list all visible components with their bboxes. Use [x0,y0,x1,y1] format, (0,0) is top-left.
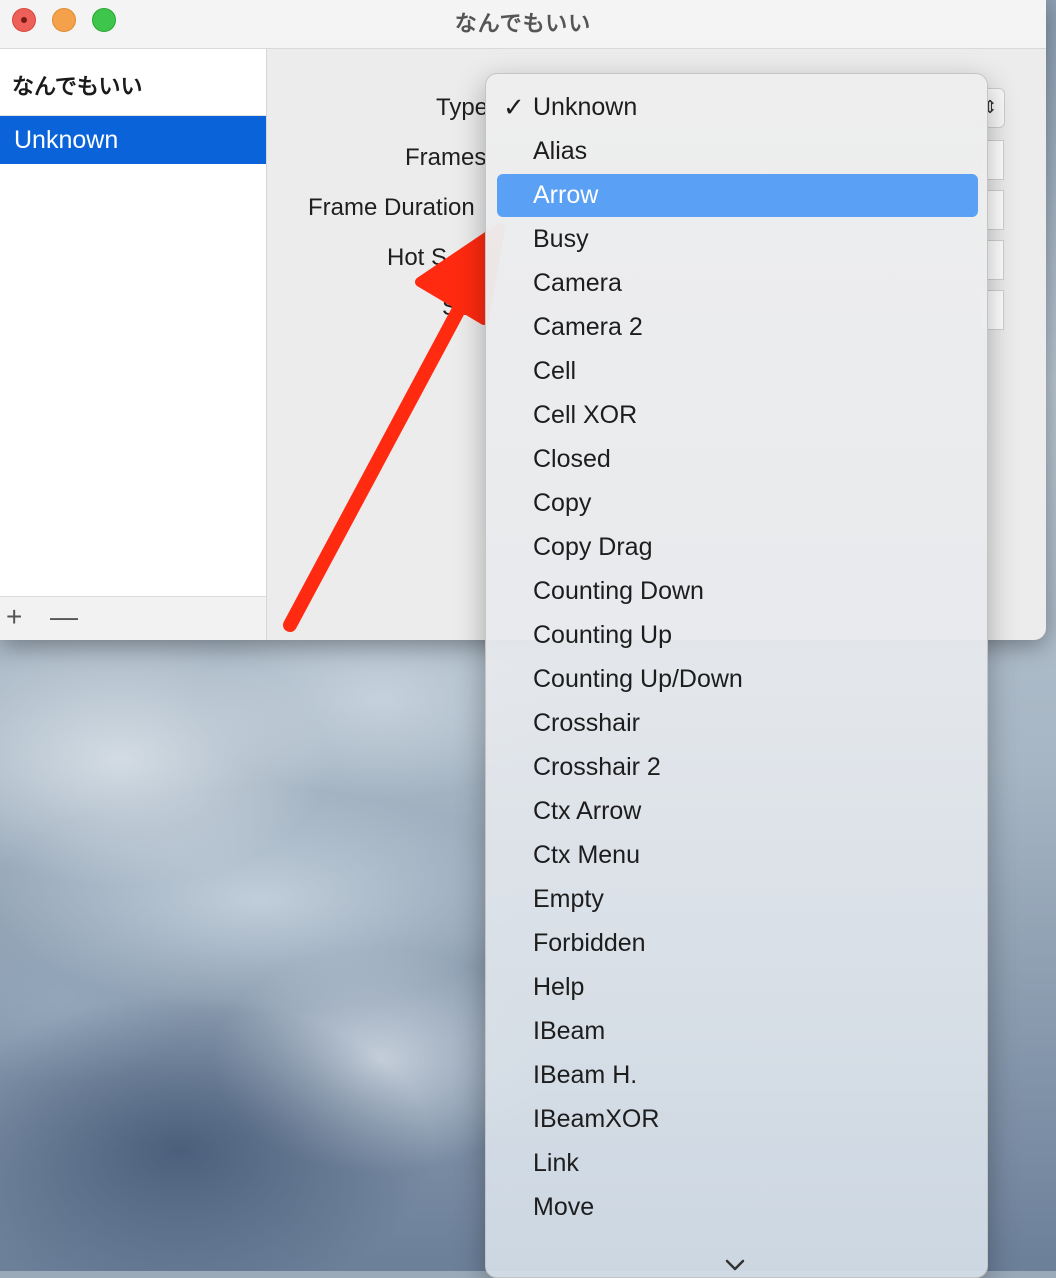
menu-item-label: Alias [533,137,588,165]
menu-item-cell[interactable]: Cell [497,350,978,393]
menu-item-label: Crosshair 2 [533,753,661,781]
menu-item-forbidden[interactable]: Forbidden [497,922,978,965]
menu-item-label: Arrow [533,181,599,209]
menu-item-label: Ctx Menu [533,841,640,869]
menu-item-label: Busy [533,225,589,253]
menu-item-ctx-arrow[interactable]: Ctx Arrow [497,790,978,833]
window-title: なんでもいい [454,11,592,36]
menu-item-busy[interactable]: Busy [497,218,978,261]
menu-item-label: Empty [533,885,604,913]
menu-item-label: Counting Down [533,577,704,605]
menu-item-crosshair[interactable]: Crosshair [497,702,978,745]
menu-item-label: IBeamXOR [533,1105,660,1133]
menu-item-label: Unknown [533,93,638,121]
menu-item-unknown[interactable]: ✓ Unknown [497,86,978,129]
menu-item-counting-down[interactable]: Counting Down [497,570,978,613]
menu-item-label: Link [533,1149,579,1177]
menu-item-label: Ctx Arrow [533,797,642,825]
menu-item-copy-drag[interactable]: Copy Drag [497,526,978,569]
menu-item-label: Counting Up/Down [533,665,743,693]
menu-item-label: Cell XOR [533,401,638,429]
checkmark-icon: ✓ [503,92,525,122]
size-label: Size [442,294,489,321]
add-button[interactable]: + [6,603,22,631]
menu-item-label: Copy Drag [533,533,653,561]
menu-item-ctx-menu[interactable]: Ctx Menu [497,834,978,877]
menu-item-ibeam[interactable]: IBeam [497,1010,978,1053]
sidebar-footer: + — [0,596,266,640]
menu-item-camera[interactable]: Camera [497,262,978,305]
title-bar[interactable]: なんでもいい [0,0,1046,49]
menu-item-counting-up-down[interactable]: Counting Up/Down [497,658,978,701]
frames-label: Frames [405,144,487,171]
menu-item-ibeam-h[interactable]: IBeam H. [497,1054,978,1097]
menu-item-label: Counting Up [533,621,672,649]
menu-item-label: Camera 2 [533,313,643,341]
menu-item-link[interactable]: Link [497,1142,978,1185]
menu-item-label: IBeam [533,1017,606,1045]
menu-item-move[interactable]: Move [497,1186,978,1229]
sidebar-item-unknown[interactable]: Unknown [0,116,266,164]
hot-spot-label: Hot S [387,244,448,271]
type-label: Type [436,94,489,121]
menu-item-crosshair-2[interactable]: Crosshair 2 [497,746,978,789]
menu-item-cell-xor[interactable]: Cell XOR [497,394,978,437]
menu-item-label: Crosshair [533,709,640,737]
menu-item-arrow[interactable]: Arrow [497,174,978,217]
sidebar-header: なんでもいい [12,74,143,99]
menu-item-label: Move [533,1193,595,1221]
menu-item-copy[interactable]: Copy [497,482,978,525]
type-dropdown-menu[interactable]: ✓ Unknown Alias Arrow Busy Camera Camera 2 Cell… [485,73,988,1278]
menu-item-label: Copy [533,489,592,517]
menu-item-counting-up[interactable]: Counting Up [497,614,978,657]
menu-item-label: Cell [533,357,577,385]
menu-item-label: Forbidden [533,929,646,957]
frame-duration-label: Frame Duration [308,194,475,221]
menu-item-ibeamxor[interactable]: IBeamXOR [497,1098,978,1141]
menu-item-label: IBeam H. [533,1061,638,1089]
menu-item-label: Closed [533,445,611,473]
menu-item-help[interactable]: Help [497,966,978,1009]
menu-item-label: Help [533,973,585,1001]
menu-item-label: Camera [533,269,622,297]
menu-item-empty[interactable]: Empty [497,878,978,921]
sidebar: なんでもいい Unknown + — [0,49,267,640]
remove-button[interactable]: — [50,603,78,631]
menu-item-closed[interactable]: Closed [497,438,978,481]
menu-item-alias[interactable]: Alias [497,130,978,173]
menu-item-camera-2[interactable]: Camera 2 [497,306,978,349]
